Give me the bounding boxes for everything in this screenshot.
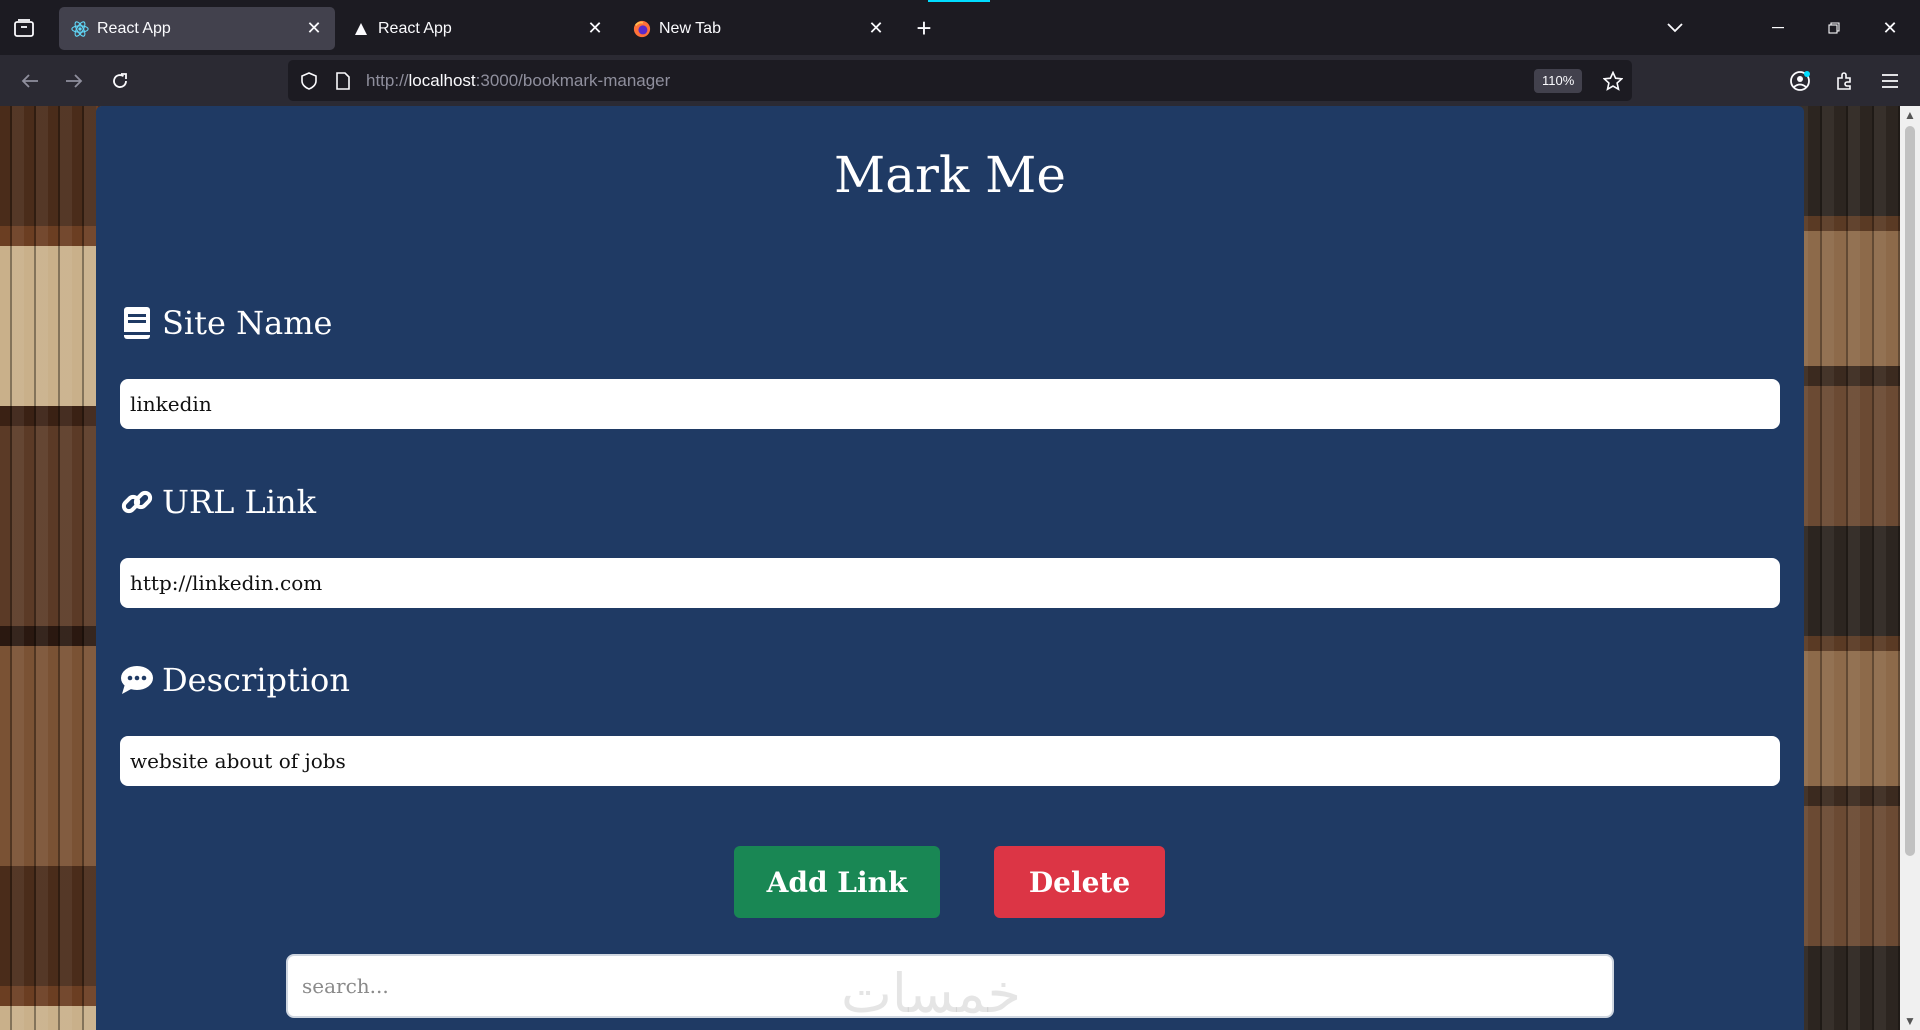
minimize-icon[interactable]	[1760, 14, 1796, 42]
address-bar[interactable]: http://localhost:3000/bookmark-manager 1…	[288, 60, 1632, 101]
tab-new-tab[interactable]: New Tab ✕	[621, 7, 897, 50]
tab-accent	[928, 0, 990, 2]
tab-strip: React App ✕ React App ✕ New Tab ✕ + ✕	[0, 0, 1920, 55]
book-icon	[120, 306, 154, 340]
forward-icon[interactable]	[56, 63, 92, 99]
scroll-up-icon[interactable]: ▲	[1900, 106, 1920, 124]
background-bookshelf-left	[0, 106, 96, 1030]
tab-title: React App	[97, 19, 171, 37]
close-tab-icon[interactable]: ✕	[582, 16, 608, 42]
page-viewport: Mark Me Site Name linkedin URL Link http…	[0, 106, 1900, 1030]
bookmark-form-card: Mark Me Site Name linkedin URL Link http…	[96, 106, 1804, 1030]
comment-icon	[120, 663, 154, 697]
description-input[interactable]: website about of jobs	[120, 736, 1780, 786]
triangle-icon	[352, 20, 370, 38]
back-icon[interactable]	[12, 63, 48, 99]
watermark-logo: خمسات	[841, 962, 1022, 1025]
tab-react-app-2[interactable]: React App ✕	[340, 7, 616, 50]
page-scrollbar[interactable]: ▲ ▼	[1900, 106, 1920, 1030]
close-tab-icon[interactable]: ✕	[863, 16, 889, 42]
url-scheme: http://	[366, 71, 409, 90]
add-link-button[interactable]: Add Link	[734, 846, 940, 918]
page-title: Mark Me	[834, 146, 1066, 204]
extensions-icon[interactable]	[1827, 63, 1863, 99]
restore-icon[interactable]	[1816, 14, 1852, 42]
tab-list-icon[interactable]	[10, 14, 38, 42]
account-icon[interactable]	[1782, 63, 1818, 99]
navigation-bar: http://localhost:3000/bookmark-manager 1…	[0, 55, 1920, 106]
page-icon[interactable]	[332, 70, 354, 92]
delete-button[interactable]: Delete	[994, 846, 1165, 918]
url-path: :3000/bookmark-manager	[475, 71, 671, 90]
url-text[interactable]: http://localhost:3000/bookmark-manager	[366, 71, 670, 91]
reload-icon[interactable]	[102, 63, 138, 99]
url-host: localhost	[408, 71, 476, 90]
react-icon	[71, 20, 89, 38]
shield-icon[interactable]	[298, 70, 320, 92]
firefox-icon	[633, 20, 651, 38]
tab-title: React App	[378, 19, 452, 37]
tab-react-app-1[interactable]: React App ✕	[59, 7, 335, 50]
link-icon	[120, 485, 154, 519]
site-name-label: Site Name	[120, 304, 332, 342]
site-name-label-text: Site Name	[162, 304, 333, 342]
description-label-text: Description	[162, 661, 350, 699]
description-label: Description	[120, 661, 350, 699]
site-name-input[interactable]: linkedin	[120, 379, 1780, 429]
close-window-icon[interactable]: ✕	[1872, 14, 1908, 42]
chevron-down-icon[interactable]	[1660, 14, 1690, 42]
menu-icon[interactable]	[1872, 63, 1908, 99]
scrollbar-thumb[interactable]	[1905, 126, 1915, 856]
url-link-label-text: URL Link	[162, 483, 316, 521]
url-link-input[interactable]: http://linkedin.com	[120, 558, 1780, 608]
new-tab-icon[interactable]: +	[909, 13, 939, 43]
tab-title: New Tab	[659, 19, 721, 37]
star-icon[interactable]	[1602, 70, 1624, 92]
scroll-down-icon[interactable]: ▼	[1900, 1012, 1920, 1030]
url-link-label: URL Link	[120, 483, 316, 521]
close-tab-icon[interactable]: ✕	[301, 16, 327, 42]
zoom-level[interactable]: 110%	[1534, 69, 1583, 93]
